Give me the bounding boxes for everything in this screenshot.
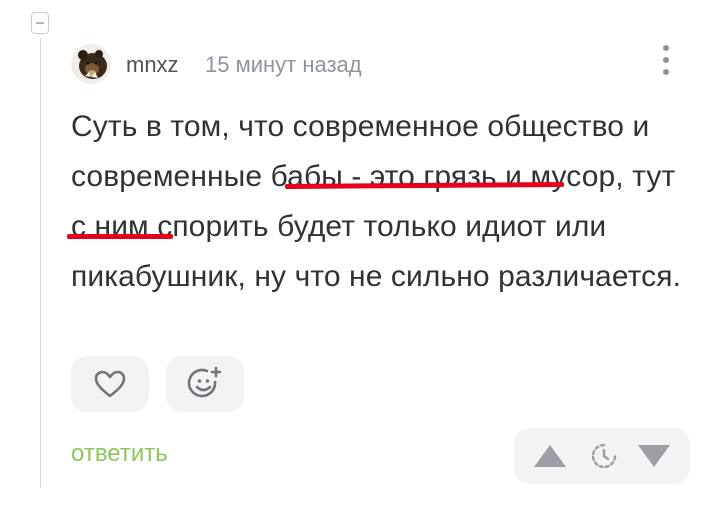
comment-highlight-2: мусор,	[530, 160, 624, 193]
more-vertical-icon[interactable]	[660, 45, 672, 83]
avatar[interactable]	[71, 44, 111, 84]
like-button[interactable]	[71, 356, 149, 412]
upvote-arrow-icon[interactable]	[534, 445, 566, 467]
collapse-thread-button[interactable]	[31, 12, 49, 34]
red-underline-2	[67, 234, 173, 239]
thread-line	[40, 38, 41, 488]
downvote-arrow-icon[interactable]	[638, 445, 670, 467]
comment-timestamp[interactable]: 15 минут назад	[205, 52, 362, 78]
comment-text: Суть в том, что современное общество и с…	[71, 102, 691, 302]
add-emoji-icon	[187, 366, 222, 398]
vote-controls	[514, 428, 690, 484]
add-emoji-button[interactable]	[166, 356, 244, 412]
bear-avatar-image	[78, 50, 107, 79]
username[interactable]: mnxz	[126, 52, 179, 78]
rating-timer-icon	[591, 443, 617, 469]
reply-link[interactable]: ответить	[71, 440, 168, 468]
heart-icon	[94, 370, 126, 398]
